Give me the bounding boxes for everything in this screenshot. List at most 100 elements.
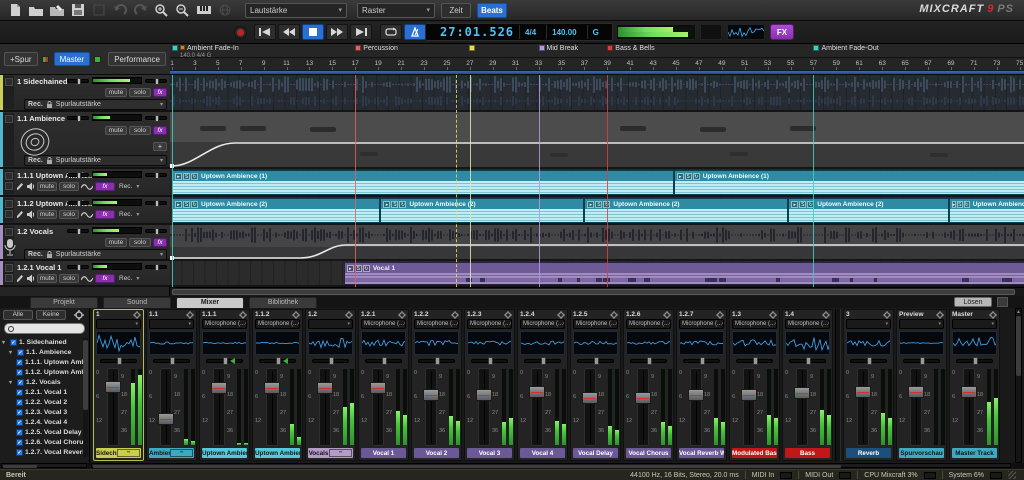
speaker-icon[interactable] — [26, 182, 35, 191]
speaker-icon[interactable] — [26, 274, 35, 283]
clip-play-icon[interactable]: ▸ — [587, 201, 594, 208]
gear-icon[interactable] — [610, 311, 618, 319]
tree-item[interactable]: ▾✓1. Sidechained — [0, 337, 84, 347]
clip-loop-icon[interactable]: ↻ — [807, 201, 814, 208]
search-input[interactable] — [4, 323, 85, 334]
pan-slider[interactable] — [575, 357, 616, 365]
clip-header[interactable]: ▸S↻Uptown Ambience (1) — [675, 171, 1024, 181]
save-icon[interactable] — [67, 2, 88, 19]
tree-expand-icon[interactable]: ▾ — [9, 349, 15, 356]
tab-projekt[interactable]: Projekt — [30, 297, 98, 308]
metronome-button[interactable] — [404, 24, 426, 40]
tree-item[interactable]: ✓1.2.4. Vocal 4 — [0, 417, 84, 427]
mute-button[interactable]: mute — [105, 88, 127, 97]
scroll-up-arrow[interactable]: ▲ — [1016, 309, 1021, 315]
timeline-marker[interactable]: Mid Break — [539, 45, 579, 52]
gear-icon[interactable] — [716, 311, 724, 319]
clip-loop-icon[interactable]: ↻ — [399, 201, 406, 208]
input-source-dropdown[interactable]: Microphone (...▾ — [202, 319, 247, 329]
lane-1.1[interactable] — [170, 112, 1024, 169]
track-volume-slider[interactable] — [67, 173, 89, 177]
tree-checkbox[interactable]: ✓ — [16, 409, 23, 416]
audio-clip[interactable]: ▸S↻Uptown Ambience (1) — [674, 170, 1024, 195]
pan-slider[interactable] — [954, 357, 995, 365]
track-pan-slider[interactable] — [145, 201, 167, 205]
track-fx-button[interactable]: fx — [95, 274, 115, 283]
track-fx-button[interactable]: fx — [153, 238, 167, 247]
pan-slider[interactable] — [628, 357, 669, 365]
pan-slider[interactable] — [787, 357, 828, 365]
master-fx-button[interactable]: FX — [770, 24, 794, 40]
clip-snap-icon[interactable]: S — [957, 201, 962, 208]
mixer-strip-1.2.7[interactable]: 1.2.7Microphone (...▾06129182736Vocal Re… — [676, 309, 727, 461]
tree-expand-icon[interactable]: ▾ — [2, 339, 8, 346]
volume-fader-handle[interactable] — [105, 381, 121, 393]
clip-loop-icon[interactable]: ↻ — [964, 201, 970, 208]
volume-fader-track[interactable] — [478, 368, 490, 446]
track-header-1[interactable]: 1 SidechainedmutesolofxRec.Spurlautstärk… — [0, 75, 170, 112]
detach-mixer-button[interactable]: Lösen — [954, 297, 992, 307]
tree-item[interactable]: ✓1.1.1. Uptown Amb — [0, 357, 84, 367]
input-source-dropdown[interactable]: Microphone (...▾ — [255, 319, 300, 329]
speaker-icon[interactable] — [26, 210, 35, 219]
pan-handle[interactable] — [382, 357, 387, 365]
pan-slider[interactable] — [310, 357, 351, 365]
channel-name-label[interactable]: Vocal 4 — [520, 448, 565, 458]
mixer-strip-1.2.1[interactable]: 1.2.1Microphone (...▾06129182736Vocal 1 — [358, 309, 409, 461]
audio-clip[interactable]: ▸S↻Uptown Ambience (2) — [788, 198, 948, 223]
clip-header[interactable]: ▸S↻Uptown Ambience (2) — [173, 199, 379, 209]
tempo-value[interactable]: 140.00 — [546, 25, 581, 39]
mixer-strip-Master[interactable]: Master▾06129182736Master Track — [949, 309, 1000, 461]
pan-slider[interactable] — [681, 357, 722, 365]
volume-fader-track[interactable] — [963, 368, 975, 446]
gear-icon[interactable] — [292, 311, 300, 319]
volume-fader-handle[interactable] — [582, 392, 598, 404]
input-source-dropdown[interactable]: Microphone (...▾ — [573, 319, 618, 329]
save-as-icon[interactable] — [46, 2, 67, 19]
volume-fader-track[interactable] — [690, 368, 702, 446]
lane-1.1.2[interactable]: ▸S↻Uptown Ambience (2)▸S↻Uptown Ambience… — [170, 197, 1024, 225]
mixer-strip-1.2.2[interactable]: 1.2.2Microphone (...▾06129182736Vocal 2 — [411, 309, 462, 461]
mute-button[interactable]: mute — [37, 274, 57, 283]
gear-icon[interactable] — [186, 311, 194, 319]
volume-fader-track[interactable] — [213, 368, 225, 446]
audio-clip[interactable]: ▸S↻Uptown Ambience (2) — [584, 198, 788, 223]
solo-button[interactable]: solo — [59, 210, 79, 219]
timeline-marker[interactable]: Ambient Fade-Out — [813, 45, 878, 52]
time-signature[interactable]: 4/4 — [519, 25, 541, 39]
record-button[interactable] — [234, 26, 247, 39]
channel-name-label[interactable]: Vocal Delay — [573, 448, 618, 458]
mute-button[interactable]: mute — [37, 210, 57, 219]
tree-checkbox[interactable]: ✓ — [16, 419, 23, 426]
volume-fader-handle[interactable] — [158, 413, 174, 425]
pan-handle[interactable] — [488, 357, 493, 365]
tree-checkbox[interactable]: ✓ — [16, 359, 23, 366]
audio-clip[interactable]: ▸S↻Uptown Ambience (1) — [172, 170, 674, 195]
new-project-icon[interactable] — [4, 2, 25, 19]
scrollbar-thumb[interactable] — [83, 340, 88, 410]
beats-mode-button[interactable]: Beats — [477, 3, 507, 18]
time-mode-button[interactable]: Zeit — [441, 3, 471, 18]
gear-icon[interactable] — [74, 310, 84, 320]
pan-handle[interactable] — [117, 357, 122, 365]
volume-fader-handle[interactable] — [370, 382, 386, 394]
edit-pencil-icon[interactable] — [16, 182, 24, 191]
resize-grip[interactable] — [1008, 471, 1016, 479]
clip-header[interactable]: ▸S↻Uptown Ambience (2) — [585, 199, 787, 209]
tree-checkbox[interactable]: ✓ — [16, 399, 23, 406]
lane-1.1.1[interactable]: ▸S↻Uptown Ambience (1)▸S↻Uptown Ambience… — [170, 169, 1024, 197]
tree-expand-icon[interactable]: ▾ — [9, 379, 15, 386]
mixer-strip-1.2[interactable]: 1.2▾06129182736Vocals− — [305, 309, 356, 461]
gear-icon[interactable] — [504, 311, 512, 319]
mixer-strip-1.2.4[interactable]: 1.2.4Microphone (...▾06129182736Vocal 4 — [517, 309, 568, 461]
volume-fader-handle[interactable] — [529, 386, 545, 398]
timeline-marker[interactable]: Percussion — [355, 45, 398, 52]
input-source-dropdown[interactable]: Microphone (...▾ — [414, 319, 459, 329]
volume-fader-handle[interactable] — [855, 386, 871, 398]
add-track-button[interactable]: +Spur — [4, 52, 38, 66]
tree-item[interactable]: ✓1.2.2. Vocal 2 — [0, 397, 84, 407]
gear-icon[interactable] — [822, 311, 830, 319]
clip-loop-icon[interactable]: ↻ — [191, 173, 198, 180]
pan-slider[interactable] — [151, 357, 192, 365]
raster-dropdown[interactable]: Raster ▾ — [357, 3, 435, 18]
